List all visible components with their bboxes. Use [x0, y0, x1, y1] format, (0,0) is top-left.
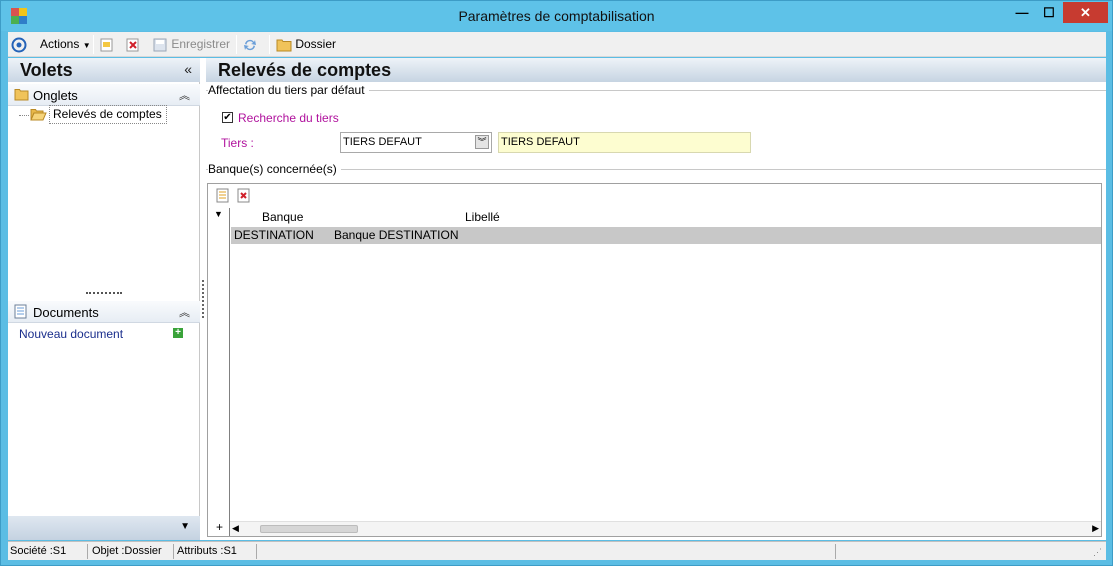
right-pane: Relevés de comptes Affectation du tiers …: [206, 58, 1106, 540]
group-divider: [206, 169, 1106, 170]
folder-button[interactable]: Dossier: [276, 34, 336, 55]
save-label: Enregistrer: [171, 37, 231, 51]
add-icon[interactable]: +: [173, 328, 183, 338]
collapse-panel-button[interactable]: «: [184, 61, 192, 77]
chevron-up-icon[interactable]: ︽: [179, 87, 190, 103]
content-header: Relevés de comptes: [206, 58, 1106, 82]
chevron-down-icon[interactable]: ▼: [180, 521, 190, 532]
toolbar-separator: [269, 35, 270, 54]
open-folder-icon: [30, 109, 47, 121]
row-indicator-icon: ▼: [214, 209, 223, 219]
banques-group-label: Banque(s) concernée(s): [208, 162, 341, 176]
cell-banque[interactable]: DESTINATION: [234, 228, 314, 242]
actions-menu-button[interactable]: Actions ▼: [40, 34, 91, 55]
toolbar: Actions ▼ Enregistrer Dossier: [8, 32, 1106, 57]
volets-title: Volets: [20, 60, 73, 80]
double-chevron-down-icon[interactable]: ︾: [475, 135, 489, 149]
documents-section-header[interactable]: Documents ︽: [8, 301, 200, 323]
banques-grid: ▼ Banque Libellé DESTINATION Banque DEST…: [207, 183, 1102, 537]
scroll-left-icon[interactable]: ◀: [232, 523, 239, 534]
new-icon[interactable]: [99, 34, 115, 55]
affectation-group-label: Affectation du tiers par défaut: [208, 83, 369, 97]
horizontal-scrollbar[interactable]: + ◀ ▶: [216, 520, 1101, 536]
cell-libelle[interactable]: Banque DESTINATION: [334, 228, 459, 242]
add-row-icon[interactable]: [216, 188, 229, 203]
status-bar: Société :S1 Objet :Dossier Attributs :S1…: [8, 541, 1106, 560]
minimize-button[interactable]: —: [1008, 2, 1036, 23]
actions-label: Actions: [40, 37, 80, 51]
save-icon: [153, 38, 167, 52]
folder-label: Dossier: [295, 37, 337, 51]
tree-item-releves[interactable]: Relevés de comptes: [49, 105, 167, 124]
app-window: Paramètres de comptabilisation — ☐ ✕ Act…: [0, 0, 1113, 566]
tiers-select[interactable]: TIERS DEFAUT ︾: [340, 132, 492, 153]
row-header-column: ▼: [208, 208, 230, 536]
save-button[interactable]: Enregistrer: [152, 34, 230, 55]
document-icon: [14, 304, 27, 319]
status-objet: Objet :Dossier: [90, 544, 174, 559]
status-societe: Société :S1: [8, 544, 88, 559]
column-header-banque[interactable]: Banque: [262, 210, 303, 224]
left-pane-footer: ▼: [8, 516, 200, 540]
resize-grip-icon[interactable]: ⋰: [1093, 547, 1102, 558]
delete-icon[interactable]: [125, 34, 141, 55]
delete-row-icon[interactable]: [237, 188, 250, 203]
horizontal-splitter[interactable]: [86, 292, 122, 294]
dropdown-arrow-icon: ▼: [82, 41, 91, 50]
onglets-section-header[interactable]: Onglets ︽: [8, 84, 200, 106]
folder-icon: [276, 39, 292, 52]
grid-toolbar: [208, 184, 1101, 206]
tiers-description-field[interactable]: TIERS DEFAUT: [498, 132, 751, 153]
left-pane: Volets « Onglets ︽ Relevés de comptes Do…: [8, 58, 200, 540]
recherche-tiers-label: Recherche du tiers: [238, 111, 339, 125]
main-area: Volets « Onglets ︽ Relevés de comptes Do…: [8, 58, 1106, 540]
scroll-right-icon[interactable]: ▶: [1092, 523, 1099, 534]
maximize-button[interactable]: ☐: [1036, 2, 1062, 23]
vertical-splitter[interactable]: [202, 280, 204, 318]
title-bar: Paramètres de comptabilisation — ☐ ✕: [1, 1, 1112, 31]
window-title: Paramètres de comptabilisation: [458, 8, 655, 24]
toolbar-separator: [93, 35, 94, 54]
onglets-label: Onglets: [33, 88, 78, 103]
scrollbar-thumb[interactable]: [260, 525, 358, 533]
add-icon[interactable]: +: [216, 520, 223, 534]
page-title: Relevés de comptes: [218, 60, 392, 80]
grid-body: ▼ Banque Libellé DESTINATION Banque DEST…: [208, 208, 1101, 536]
chevron-up-icon[interactable]: ︽: [179, 304, 190, 320]
status-attributs: Attributs :S1: [175, 544, 257, 559]
close-button[interactable]: ✕: [1063, 2, 1108, 23]
column-header-libelle[interactable]: Libellé: [465, 210, 500, 224]
volets-header: Volets «: [8, 58, 200, 82]
recherche-tiers-checkbox[interactable]: ✔: [222, 112, 233, 123]
grid-header-row: Banque Libellé: [231, 208, 1101, 226]
folder-icon: [14, 89, 29, 101]
home-icon[interactable]: [11, 34, 27, 55]
toolbar-separator: [236, 35, 237, 54]
status-empty-panel: [258, 544, 836, 559]
tree-connector: [19, 115, 29, 116]
tiers-label: Tiers :: [221, 136, 254, 150]
table-row[interactable]: DESTINATION Banque DESTINATION: [231, 227, 1101, 244]
documents-label: Documents: [33, 305, 99, 320]
new-document-link[interactable]: Nouveau document: [19, 327, 123, 341]
tiers-select-value: TIERS DEFAUT: [343, 136, 422, 148]
refresh-icon[interactable]: [242, 34, 258, 55]
